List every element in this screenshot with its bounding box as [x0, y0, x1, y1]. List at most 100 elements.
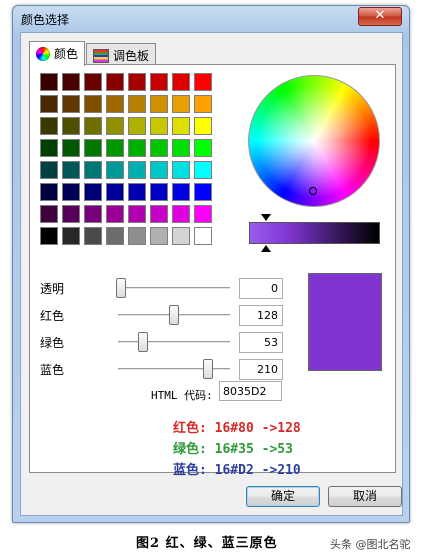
color-swatch[interactable] [62, 227, 80, 245]
color-swatch[interactable] [40, 205, 58, 223]
color-swatch[interactable] [106, 227, 124, 245]
green-track[interactable] [118, 341, 230, 344]
color-swatch[interactable] [40, 73, 58, 91]
color-swatch[interactable] [40, 227, 58, 245]
color-swatch[interactable] [128, 117, 146, 135]
color-swatch[interactable] [128, 73, 146, 91]
red-label: 红色 [40, 309, 65, 323]
alpha-label: 透明 [40, 282, 65, 296]
html-code-label: HTML 代码: [151, 389, 213, 402]
color-swatch[interactable] [40, 183, 58, 201]
color-swatch[interactable] [40, 117, 58, 135]
color-swatch[interactable] [172, 117, 190, 135]
color-swatch[interactable] [84, 227, 102, 245]
color-swatch[interactable] [84, 95, 102, 113]
color-swatch[interactable] [194, 183, 212, 201]
color-swatch[interactable] [84, 161, 102, 179]
color-swatch-grid [40, 73, 216, 245]
red-slider-thumb[interactable] [169, 305, 180, 325]
red-input[interactable]: 128 [239, 305, 283, 326]
close-icon: ✕ [374, 8, 386, 23]
alpha-input[interactable]: 0 [239, 278, 283, 299]
color-swatch[interactable] [40, 95, 58, 113]
color-swatch[interactable] [150, 161, 168, 179]
title-bar[interactable]: 颜色选择 ✕ [13, 6, 409, 32]
color-tab-panel: 透明 0 红色 128 绿色 53 蓝色 210 HTML 代码: 8035D2… [29, 64, 396, 478]
color-swatch[interactable] [128, 161, 146, 179]
color-swatch[interactable] [172, 161, 190, 179]
color-swatch[interactable] [62, 161, 80, 179]
blue-slider-thumb[interactable] [203, 359, 214, 379]
tab-color-label: 颜色 [54, 47, 79, 61]
figure-caption: 图2 红、绿、蓝三原色 [136, 536, 278, 551]
dialog-client-area: 颜色 调色板 透明 0 红色 128 绿色 53 蓝色 210 HTML 代码:… [20, 32, 403, 516]
color-swatch[interactable] [172, 183, 190, 201]
color-swatch[interactable] [128, 183, 146, 201]
color-swatch[interactable] [128, 205, 146, 223]
color-swatch[interactable] [40, 161, 58, 179]
color-swatch[interactable] [150, 227, 168, 245]
color-wheel-icon [36, 47, 50, 61]
cancel-button[interactable]: 取消 [328, 486, 402, 507]
wheel-cursor[interactable] [309, 187, 317, 195]
color-swatch[interactable] [106, 73, 124, 91]
color-swatch[interactable] [106, 183, 124, 201]
ok-button[interactable]: 确定 [246, 486, 320, 507]
color-swatch[interactable] [172, 139, 190, 157]
green-slider-thumb[interactable] [138, 332, 149, 352]
color-swatch[interactable] [106, 161, 124, 179]
color-swatch[interactable] [150, 73, 168, 91]
green-input[interactable]: 53 [239, 332, 283, 353]
annotation-red: 红色: 16#80 ->128 [173, 421, 301, 436]
color-swatch[interactable] [62, 139, 80, 157]
color-swatch[interactable] [106, 139, 124, 157]
color-swatch[interactable] [150, 183, 168, 201]
color-swatch[interactable] [62, 205, 80, 223]
blue-track[interactable] [118, 368, 230, 371]
palette-icon [93, 49, 109, 63]
color-swatch[interactable] [172, 73, 190, 91]
color-swatch[interactable] [128, 227, 146, 245]
tab-palette-label: 调色板 [113, 49, 150, 63]
color-swatch[interactable] [150, 95, 168, 113]
color-swatch[interactable] [194, 161, 212, 179]
brightness-marker-top[interactable] [261, 214, 271, 221]
color-swatch[interactable] [128, 139, 146, 157]
hue-saturation-wheel[interactable] [248, 75, 380, 207]
color-swatch[interactable] [40, 139, 58, 157]
alpha-slider-thumb[interactable] [116, 278, 126, 298]
color-swatch[interactable] [106, 117, 124, 135]
color-swatch[interactable] [84, 183, 102, 201]
brightness-marker-bottom[interactable] [261, 245, 271, 252]
blue-input[interactable]: 210 [239, 359, 283, 380]
color-swatch[interactable] [172, 227, 190, 245]
tab-color[interactable]: 颜色 [29, 41, 86, 66]
color-swatch[interactable] [194, 227, 212, 245]
tab-palette[interactable]: 调色板 [86, 43, 157, 65]
close-button[interactable]: ✕ [358, 7, 402, 26]
color-swatch[interactable] [194, 117, 212, 135]
color-swatch[interactable] [172, 205, 190, 223]
color-swatch[interactable] [194, 73, 212, 91]
color-swatch[interactable] [194, 95, 212, 113]
color-swatch[interactable] [150, 205, 168, 223]
color-swatch[interactable] [84, 139, 102, 157]
color-swatch[interactable] [106, 95, 124, 113]
color-swatch[interactable] [84, 117, 102, 135]
color-swatch[interactable] [194, 205, 212, 223]
color-swatch[interactable] [150, 117, 168, 135]
color-swatch[interactable] [62, 73, 80, 91]
color-swatch[interactable] [172, 95, 190, 113]
color-swatch[interactable] [150, 139, 168, 157]
color-swatch[interactable] [62, 95, 80, 113]
color-swatch[interactable] [62, 117, 80, 135]
color-swatch[interactable] [106, 205, 124, 223]
color-swatch[interactable] [128, 95, 146, 113]
color-swatch[interactable] [84, 205, 102, 223]
html-code-input[interactable]: 8035D2 [219, 381, 282, 401]
color-swatch[interactable] [84, 73, 102, 91]
brightness-slider[interactable] [249, 222, 380, 244]
alpha-track[interactable] [118, 287, 230, 290]
color-swatch[interactable] [194, 139, 212, 157]
color-swatch[interactable] [62, 183, 80, 201]
